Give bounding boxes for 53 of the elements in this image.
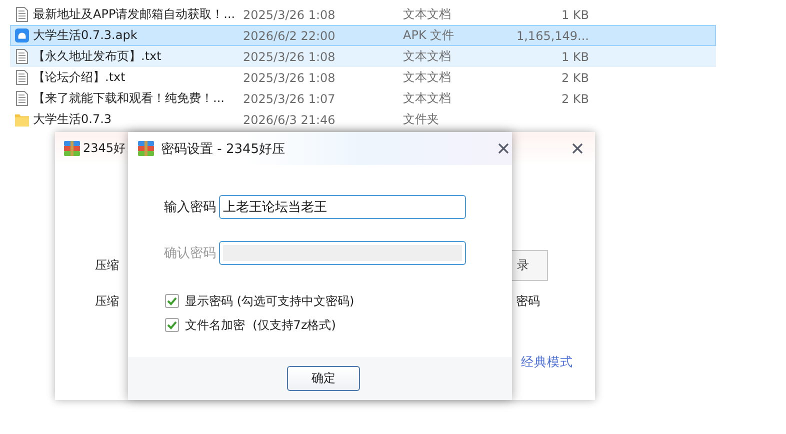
modified-date: 2025/3/26 1:08 [243,8,336,22]
text-file-icon [16,70,28,85]
option-label: 密码 [516,293,540,310]
text-file-icon [16,49,28,64]
file-size: 1 KB [561,50,589,64]
text-file-icon [16,91,28,106]
file-name: 【永久地址发布页】.txt [33,49,162,63]
file-row[interactable]: 【永久地址发布页】.txt 2025/3/26 1:08 文本文档 1 KB [10,46,716,67]
text-file-icon [16,7,28,22]
close-icon[interactable] [572,143,583,154]
file-row[interactable]: 最新地址及APP请发邮箱自动获取！... 2025/3/26 1:08 文本文档 1 KB [10,4,716,25]
field-label: 输入密码 [164,199,216,216]
app-icon [15,28,29,43]
modified-date: 2025/3/26 1:08 [243,70,336,84]
file-name: 大学生活0.7.3.apk [33,28,138,42]
mode-link[interactable]: 经典模式 [521,354,573,371]
password-field[interactable]: 上老王论坛当老王 [219,195,466,219]
modified-date: 2026/6/3 21:46 [243,112,336,126]
field-label: 确认密码 [164,245,216,262]
dialog-title: 密码设置 - 2345好压 [161,142,286,156]
archive-icon [138,141,154,156]
file-name: 大学生活0.7.3 [33,112,112,126]
file-size: 2 KB [561,70,589,84]
modified-date: 2026/6/2 22:00 [243,28,336,42]
checkbox[interactable] [165,318,179,332]
file-name: 【来了就能下载和观看！纯免费！... [33,91,224,105]
field-label: 压缩 [95,257,119,274]
checkbox[interactable] [165,294,179,308]
folder-icon [15,112,29,126]
modified-date: 2025/3/26 1:08 [243,50,336,64]
file-type: 文本文档 [403,91,451,105]
file-row[interactable]: 大学生活0.7.3.apk 2026/6/2 22:00 APK 文件 1,165,149... [10,25,716,46]
file-type: APK 文件 [403,28,454,42]
modified-date: 2025/3/26 1:07 [243,92,336,106]
checkbox-label: 显示密码 (勾选可支持中文密码) [185,292,354,310]
file-type: 文本文档 [403,49,451,63]
file-row[interactable]: 大学生活0.7.3 2026/6/3 21:46 文件夹 [10,109,716,130]
file-size: 1,165,149... [516,28,589,42]
file-size: 1 KB [561,8,589,22]
file-size: 2 KB [561,92,589,106]
archive-icon [64,141,80,156]
window-title: 2345好 [83,141,126,155]
file-type: 文件夹 [403,112,439,126]
file-name: 【论坛介绍】.txt [33,70,126,84]
checkbox-label: 文件名加密 (仅支持7z格式) [185,316,336,334]
field-label: 压缩 [95,293,119,310]
file-row[interactable]: 【来了就能下载和观看！纯免费！... 2025/3/26 1:07 文本文档 2 KB [10,88,716,109]
ok-button[interactable]: 确定 [287,366,360,391]
close-icon[interactable] [498,143,509,154]
file-type: 文本文档 [403,7,451,21]
file-type: 文本文档 [403,70,451,84]
file-row[interactable]: 【论坛介绍】.txt 2025/3/26 1:08 文本文档 2 KB [10,67,716,88]
file-name: 最新地址及APP请发邮箱自动获取！... [33,7,236,21]
